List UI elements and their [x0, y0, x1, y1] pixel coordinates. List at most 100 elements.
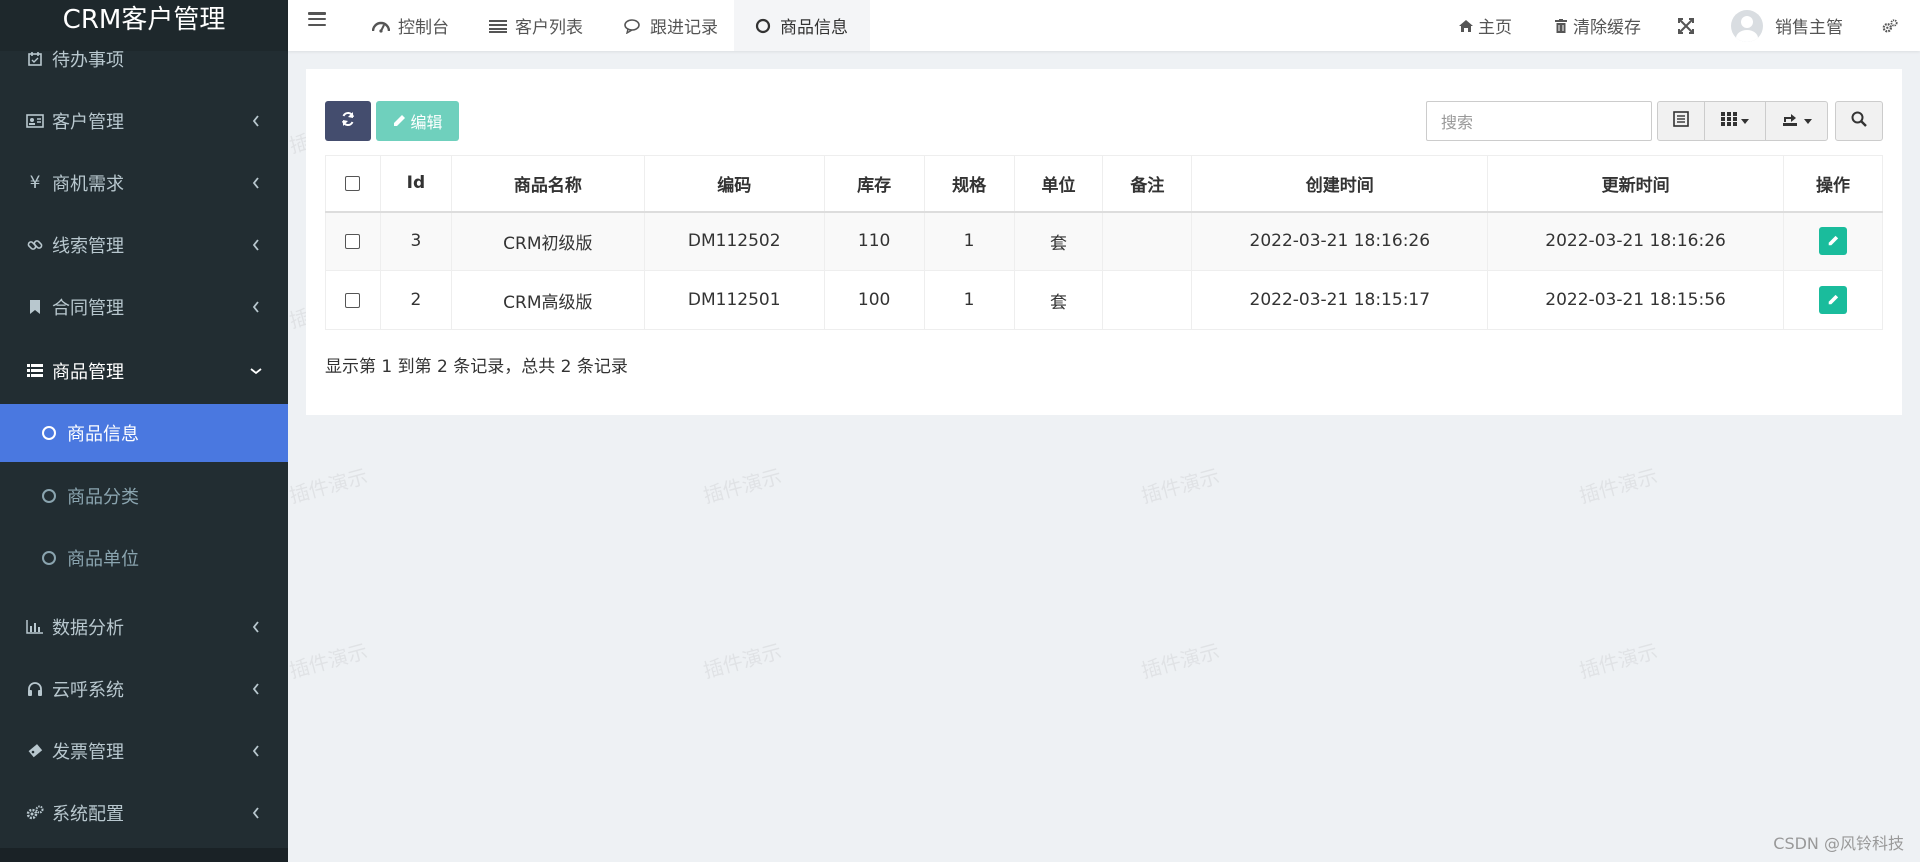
sidebar-item-settings[interactable]: 系统配置 — [0, 782, 288, 844]
pencil-icon — [392, 114, 406, 128]
sidebar-item-label: 商机需求 — [52, 174, 124, 195]
sidebar-item-opportunities[interactable]: ¥ 商机需求 — [0, 152, 288, 214]
cell-spec: 1 — [923, 270, 1015, 330]
table-row[interactable]: 2 CRM高级版 DM112501 100 1 套 2022-03-21 18:… — [325, 270, 1884, 330]
tab-label: 商品信息 — [780, 18, 848, 38]
ticket-icon — [26, 742, 44, 760]
pagination-summary: 显示第 1 到第 2 条记录，总共 2 条记录 — [325, 357, 628, 377]
trash-icon — [1553, 18, 1569, 34]
toggle-view-button[interactable] — [1657, 101, 1705, 141]
cell-stock: 110 — [823, 211, 925, 271]
cell-actions — [1782, 211, 1884, 271]
cell-name: CRM高级版 — [450, 270, 645, 330]
sidebar-subitem-label: 商品信息 — [67, 424, 139, 445]
sidebar-item-invoices[interactable]: 发票管理 — [0, 720, 288, 782]
watermark-text: 插件演示 — [1576, 639, 1661, 683]
table-header-row: Id 商品名称 编码 库存 规格 单位 备注 创建时间 更新时间 操作 — [325, 155, 1884, 213]
chevron-left-icon — [250, 683, 262, 695]
search-input[interactable]: 搜索 — [1426, 101, 1652, 141]
chevron-left-icon — [250, 745, 262, 757]
sidebar-item-customers[interactable]: 客户管理 — [0, 90, 288, 152]
search-button[interactable] — [1835, 101, 1883, 141]
sidebar-item-label: 商品管理 — [52, 362, 124, 383]
sidebar-footer-strip — [0, 848, 288, 862]
cell-id: 2 — [379, 270, 452, 330]
sidebar-subitem-product-info[interactable]: 商品信息 — [0, 404, 288, 462]
pencil-icon — [1828, 294, 1839, 305]
column-header-code[interactable]: 编码 — [643, 155, 825, 213]
tab-label: 控制台 — [398, 18, 449, 38]
cell-code: DM112501 — [643, 270, 825, 330]
sidebar-item-label: 客户管理 — [52, 112, 124, 133]
tab-customer-list[interactable]: 客户列表 — [481, 0, 591, 51]
row-checkbox[interactable] — [345, 233, 361, 249]
footer-credit: CSDN @风铃科技 — [1773, 834, 1904, 853]
row-edit-button[interactable] — [1818, 286, 1847, 314]
sidebar-item-cloud-call[interactable]: 云呼系统 — [0, 658, 288, 720]
sidebar-item-products[interactable]: 商品管理 — [0, 340, 288, 402]
headphones-icon — [26, 680, 44, 698]
column-header-created[interactable]: 创建时间 — [1191, 155, 1488, 213]
sidebar-item-contracts[interactable]: 合同管理 — [0, 276, 288, 338]
settings-button[interactable] — [1882, 0, 1902, 51]
chevron-left-icon — [250, 301, 262, 313]
column-header-unit[interactable]: 单位 — [1013, 155, 1103, 213]
watermark-text: 插件演示 — [286, 464, 371, 508]
column-header-spec[interactable]: 规格 — [923, 155, 1015, 213]
tab-dashboard[interactable]: 控制台 — [364, 0, 457, 51]
cell-unit: 套 — [1013, 211, 1103, 271]
chevron-left-icon — [250, 621, 262, 633]
home-icon — [1458, 18, 1474, 34]
user-menu[interactable]: 销售主管 — [1731, 0, 1843, 51]
row-edit-button[interactable] — [1818, 227, 1847, 256]
cell-unit: 套 — [1013, 270, 1103, 330]
circle-icon — [42, 426, 56, 440]
export-dropdown[interactable] — [1765, 101, 1828, 141]
menu-toggle-icon[interactable] — [308, 12, 326, 26]
row-checkbox[interactable] — [345, 292, 361, 308]
tab-product-info[interactable]: 商品信息 — [734, 0, 870, 51]
refresh-icon — [340, 111, 356, 131]
sidebar-subitem-product-unit[interactable]: 商品单位 — [0, 529, 288, 587]
calendar-check-icon — [26, 50, 44, 68]
select-all-cell[interactable] — [325, 155, 381, 213]
circle-icon — [754, 17, 772, 35]
table-row[interactable]: 3 CRM初级版 DM112502 110 1 套 2022-03-21 18:… — [325, 211, 1884, 271]
caret-down-icon — [1741, 118, 1749, 124]
export-icon — [1782, 111, 1800, 132]
columns-dropdown[interactable] — [1704, 101, 1766, 141]
clear-cache-label: 清除缓存 — [1573, 18, 1641, 38]
edit-button[interactable]: 编辑 — [376, 101, 459, 141]
cell-stock: 100 — [823, 270, 925, 330]
column-header-updated[interactable]: 更新时间 — [1487, 155, 1784, 213]
home-label: 主页 — [1478, 18, 1512, 38]
column-header-id[interactable]: Id — [379, 155, 452, 213]
watermark-text: 插件演示 — [1138, 639, 1223, 683]
tab-follow-up[interactable]: 跟进记录 — [616, 0, 726, 51]
sidebar-item-label: 系统配置 — [52, 804, 124, 825]
refresh-button[interactable] — [325, 101, 371, 141]
fullscreen-button[interactable] — [1678, 0, 1698, 51]
cell-created: 2022-03-21 18:15:17 — [1191, 270, 1488, 330]
watermark-text: 插件演示 — [1576, 464, 1661, 508]
row-select-cell[interactable] — [325, 211, 381, 271]
search-icon — [1851, 111, 1867, 132]
circle-icon — [42, 489, 56, 503]
column-header-stock[interactable]: 库存 — [823, 155, 925, 213]
column-header-note[interactable]: 备注 — [1102, 155, 1192, 213]
cell-spec: 1 — [923, 211, 1015, 271]
sidebar-item-leads[interactable]: 线索管理 — [0, 214, 288, 276]
row-select-cell[interactable] — [325, 270, 381, 330]
cell-note — [1102, 211, 1192, 271]
watermark-text: 插件演示 — [700, 464, 785, 508]
sidebar-item-todo[interactable]: 待办事项 — [0, 28, 288, 90]
dashboard-icon — [372, 17, 390, 35]
home-link[interactable]: 主页 — [1458, 0, 1512, 51]
grid-icon — [1721, 111, 1737, 131]
sidebar-item-analytics[interactable]: 数据分析 — [0, 596, 288, 658]
column-header-name[interactable]: 商品名称 — [450, 155, 645, 213]
sidebar-subitem-product-category[interactable]: 商品分类 — [0, 467, 288, 525]
select-all-checkbox[interactable] — [345, 175, 361, 191]
list-alt-icon — [1673, 110, 1689, 132]
clear-cache-button[interactable]: 清除缓存 — [1553, 0, 1641, 51]
